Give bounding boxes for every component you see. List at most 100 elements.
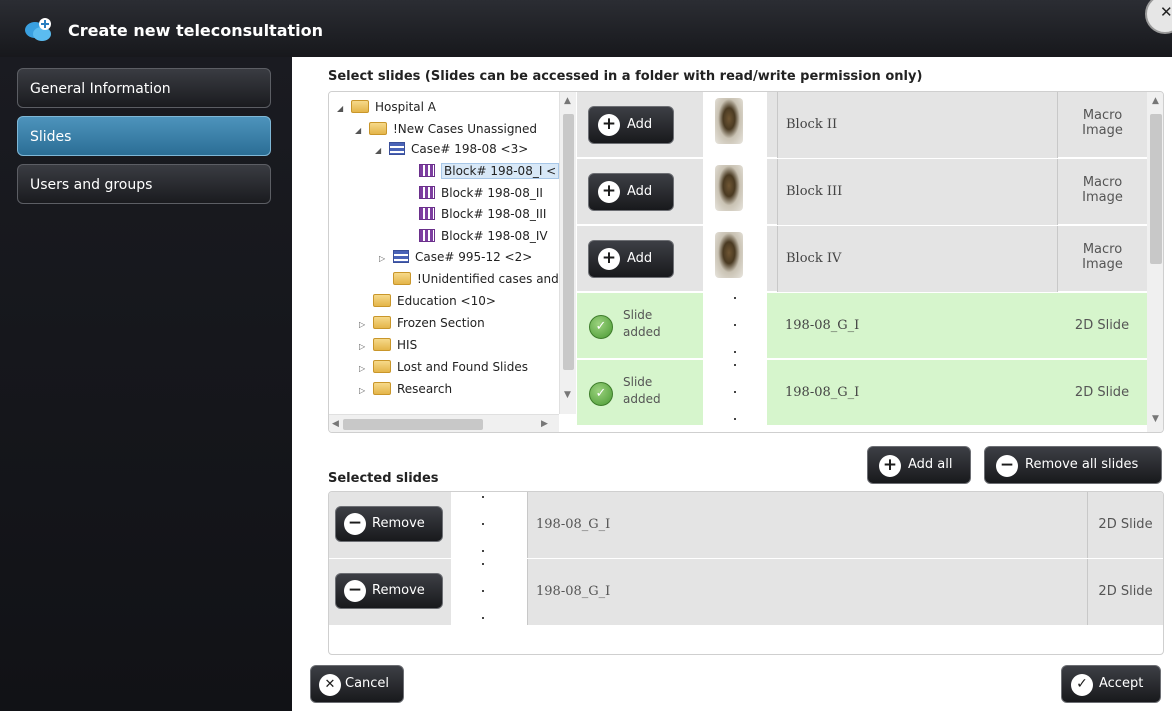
close-icon: ✕ [319, 674, 341, 696]
tree-item-block-198-08-iv[interactable]: Block# 198-08_IV [419, 229, 548, 249]
folder-tree: ◢ Hospital A ◢ !New Cases Unassigned ◢ Case… [329, 92, 577, 432]
cancel-button[interactable]: ✕ Cancel [310, 665, 404, 703]
slide-thumbnail [451, 492, 517, 558]
tree-item-education[interactable]: Education <10> [359, 294, 496, 314]
remove-all-slides-button[interactable]: − Remove all slides [984, 446, 1162, 484]
sidebar-item-users-and-groups[interactable]: Users and groups [17, 164, 271, 204]
plus-icon: + [879, 455, 901, 477]
close-button[interactable]: ✕ [1145, 0, 1172, 34]
minus-icon: − [996, 455, 1018, 477]
selected-slide-row: − Remove 198-08_G_I 2D Slide [329, 492, 1163, 558]
slide-row: + Add Block III Macro Image [577, 159, 1147, 225]
slide-added-status: Slide added [623, 375, 661, 406]
scroll-down-arrow-icon[interactable]: ▼ [564, 390, 571, 400]
expanded-arrow-icon[interactable]: ◢ [375, 146, 389, 155]
minus-icon: − [344, 580, 366, 602]
add-slide-button[interactable]: + Add [588, 106, 674, 144]
tree-vertical-scroll-thumb[interactable] [563, 114, 574, 370]
remove-slide-button[interactable]: − Remove [335, 506, 443, 542]
slide-thumbnail [703, 159, 767, 225]
slides-vertical-scrollbar[interactable]: ▲ ▼ [1147, 92, 1163, 432]
slide-type: Macro Image [1057, 92, 1147, 158]
folder-icon [373, 294, 391, 307]
scroll-left-arrow-icon[interactable]: ◀ [332, 419, 339, 429]
slides-vertical-scroll-thumb[interactable] [1150, 114, 1162, 264]
tree-item-block-198-08-iii[interactable]: Block# 198-08_III [419, 207, 546, 227]
plus-icon: + [598, 114, 620, 136]
slide-thumbnail [703, 226, 767, 292]
slide-name: Block III [777, 159, 1057, 225]
add-all-button[interactable]: + Add all [867, 446, 971, 484]
check-icon: ✓ [589, 382, 613, 406]
slide-type: 2D Slide [1087, 492, 1163, 558]
folder-icon [351, 100, 369, 113]
expanded-arrow-icon[interactable]: ◢ [355, 126, 369, 135]
block-icon [419, 164, 435, 177]
block-icon [419, 229, 435, 242]
slide-name: 198-08_G_I [527, 492, 1087, 558]
slide-name: Block IV [777, 226, 1057, 292]
tree-horizontal-scroll-thumb[interactable] [343, 419, 483, 430]
scroll-up-arrow-icon[interactable]: ▲ [564, 96, 571, 106]
plus-icon: + [598, 248, 620, 270]
slide-name: 198-08_G_I [785, 385, 860, 400]
sidebar-item-slides[interactable]: Slides [17, 116, 271, 156]
collapsed-arrow-icon[interactable]: ▷ [359, 342, 373, 351]
collapsed-arrow-icon[interactable]: ▷ [359, 386, 373, 395]
slide-type: 2D Slide [1087, 559, 1163, 625]
sidebar-item-general-information[interactable]: General Information [17, 68, 271, 108]
accept-button[interactable]: ✓ Accept [1061, 665, 1161, 703]
add-slide-button[interactable]: + Add [588, 173, 674, 211]
folder-icon [373, 338, 391, 351]
tree-item-frozen-section[interactable]: ▷ Frozen Section [359, 316, 485, 336]
chat-bubbles-plus-icon [25, 18, 51, 41]
tree-item-research[interactable]: ▷ Research [359, 382, 452, 402]
tree-vertical-scrollbar[interactable]: ▲ ▼ [559, 92, 576, 414]
tree-item-his[interactable]: ▷ HIS [359, 338, 417, 358]
slide-type: 2D Slide [1074, 318, 1130, 333]
expanded-arrow-icon[interactable]: ◢ [337, 104, 351, 113]
tree-item-block-198-08-ii[interactable]: Block# 198-08_II [419, 186, 543, 206]
scroll-right-arrow-icon[interactable]: ▶ [541, 419, 548, 429]
collapsed-arrow-icon[interactable]: ▷ [359, 364, 373, 373]
slide-name: 198-08_G_I [785, 318, 860, 333]
slide-thumbnail [703, 360, 767, 426]
tree-item-hospital-a[interactable]: ◢ Hospital A [337, 100, 436, 120]
scroll-down-arrow-icon[interactable]: ▼ [1152, 414, 1159, 424]
slide-row: + Add Block II Macro Image [577, 92, 1147, 158]
tree-item-block-198-08-i[interactable]: Block# 198-08_I < [419, 163, 560, 184]
tree-item-unidentified-cases[interactable]: !Unidentified cases and : [379, 272, 567, 292]
folder-icon [373, 316, 391, 329]
sidebar: General Information Slides Users and gro… [0, 57, 292, 711]
tree-horizontal-scrollbar[interactable]: ◀ ▶ [329, 414, 559, 432]
tree-item-case-995-12[interactable]: ▷ Case# 995-12 <2> [379, 250, 532, 270]
slide-row-added: ✓ Slide added 198-08_G_I 2D Slide [577, 360, 1147, 426]
slide-row-added: ✓ Slide added 198-08_G_I 2D Slide [577, 293, 1147, 359]
scroll-up-arrow-icon[interactable]: ▲ [1152, 96, 1159, 106]
folder-icon [373, 360, 391, 373]
slide-type: Macro Image [1057, 159, 1147, 225]
remove-slide-button[interactable]: − Remove [335, 573, 443, 609]
slide-browser: ◢ Hospital A ◢ !New Cases Unassigned ◢ Case… [328, 91, 1164, 433]
tree-item-case-198-08[interactable]: ◢ Case# 198-08 <3> [375, 142, 528, 162]
collapsed-arrow-icon[interactable]: ▷ [379, 254, 393, 263]
window-title: Create new teleconsultation [68, 21, 324, 40]
sidebar-item-label: Users and groups [30, 177, 153, 193]
add-slide-button[interactable]: + Add [588, 240, 674, 278]
available-slides-list: + Add Block II Macro Image + Add Block I… [577, 92, 1147, 432]
tree-item-lost-and-found[interactable]: ▷ Lost and Found Slides [359, 360, 528, 380]
tissue-image [715, 98, 743, 144]
minus-icon: − [344, 513, 366, 535]
selected-slides-list: − Remove 198-08_G_I 2D Slide − Remove 19… [328, 491, 1164, 655]
collapsed-arrow-icon[interactable]: ▷ [359, 320, 373, 329]
slide-added-status: Slide added [623, 308, 661, 339]
main-panel: Select slides (Slides can be accessed in… [292, 57, 1172, 711]
selected-slides-heading: Selected slides [328, 471, 439, 486]
tree-item-new-cases-unassigned[interactable]: ◢ !New Cases Unassigned [355, 122, 537, 142]
folder-icon [373, 382, 391, 395]
folder-icon [393, 272, 411, 285]
slide-row: + Add Block IV Macro Image [577, 226, 1147, 292]
title-bar: Create new teleconsultation ✕ [0, 0, 1172, 57]
case-icon [389, 142, 405, 155]
case-icon [393, 250, 409, 263]
